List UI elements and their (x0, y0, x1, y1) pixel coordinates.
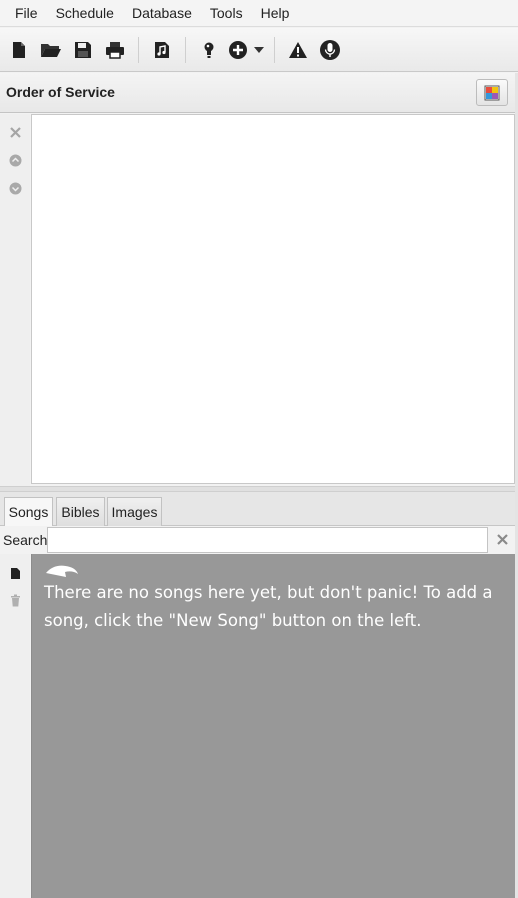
menu-bar: File Schedule Database Tools Help (0, 0, 518, 27)
clear-search-button[interactable] (493, 530, 511, 548)
save-schedule-button[interactable] (68, 35, 98, 65)
new-file-icon (13, 41, 25, 58)
add-dropdown-button[interactable] (226, 35, 266, 65)
tab-images[interactable]: Images (107, 497, 162, 526)
menu-file[interactable]: File (6, 0, 47, 27)
printer-icon (106, 41, 124, 59)
search-input[interactable] (47, 527, 488, 553)
microphone-button[interactable] (315, 35, 345, 65)
order-of-service-controls (0, 114, 30, 486)
theme-button[interactable] (476, 79, 508, 106)
menu-database[interactable]: Database (123, 0, 201, 27)
toolbar-separator (185, 36, 186, 63)
order-of-service-list[interactable] (31, 114, 515, 484)
library-tabs: Songs Bibles Images (0, 492, 518, 527)
order-of-service-title: Order of Service (6, 84, 115, 100)
tab-songs[interactable]: Songs (4, 497, 53, 527)
trash-icon (10, 594, 20, 606)
close-icon (496, 533, 508, 545)
open-folder-icon (41, 43, 61, 57)
bulb-button[interactable] (194, 35, 224, 65)
songs-controls (0, 554, 30, 898)
tab-bibles[interactable]: Bibles (56, 497, 105, 526)
order-of-service-header: Order of Service (0, 73, 518, 113)
delete-song-button[interactable] (6, 591, 24, 609)
menu-tools[interactable]: Tools (201, 0, 252, 27)
move-down-button[interactable] (6, 179, 24, 197)
chevron-down-icon (254, 46, 264, 53)
app-window: File Schedule Database Tools Help Order … (0, 0, 518, 898)
new-song-button[interactable] (6, 564, 24, 582)
menu-schedule[interactable]: Schedule (47, 0, 123, 27)
microphone-icon (320, 39, 340, 60)
save-icon (75, 41, 91, 58)
search-row: Search (0, 526, 518, 554)
new-file-icon (10, 567, 20, 579)
new-schedule-button[interactable] (4, 35, 34, 65)
arrow-down-circle-icon (9, 182, 21, 194)
empty-songs-message: There are no songs here yet, but don't p… (44, 583, 493, 630)
music-file-icon (155, 41, 169, 58)
alert-button[interactable] (283, 35, 313, 65)
open-schedule-button[interactable] (36, 35, 66, 65)
print-schedule-button[interactable] (100, 35, 130, 65)
lightbulb-icon (204, 42, 214, 58)
arrow-up-circle-icon (9, 154, 21, 166)
theme-icon (484, 85, 500, 100)
menu-help[interactable]: Help (252, 0, 299, 27)
move-up-button[interactable] (6, 151, 24, 169)
export-songs-button[interactable] (147, 35, 177, 65)
songs-list[interactable]: There are no songs here yet, but don't p… (31, 554, 515, 898)
toolbar-separator (138, 36, 139, 63)
add-circle-icon (229, 40, 247, 59)
close-icon (9, 126, 21, 138)
search-label: Search (3, 532, 48, 548)
warning-icon (289, 41, 307, 58)
remove-item-button[interactable] (6, 123, 24, 141)
toolbar-separator (274, 36, 275, 63)
toolbar (0, 28, 518, 72)
